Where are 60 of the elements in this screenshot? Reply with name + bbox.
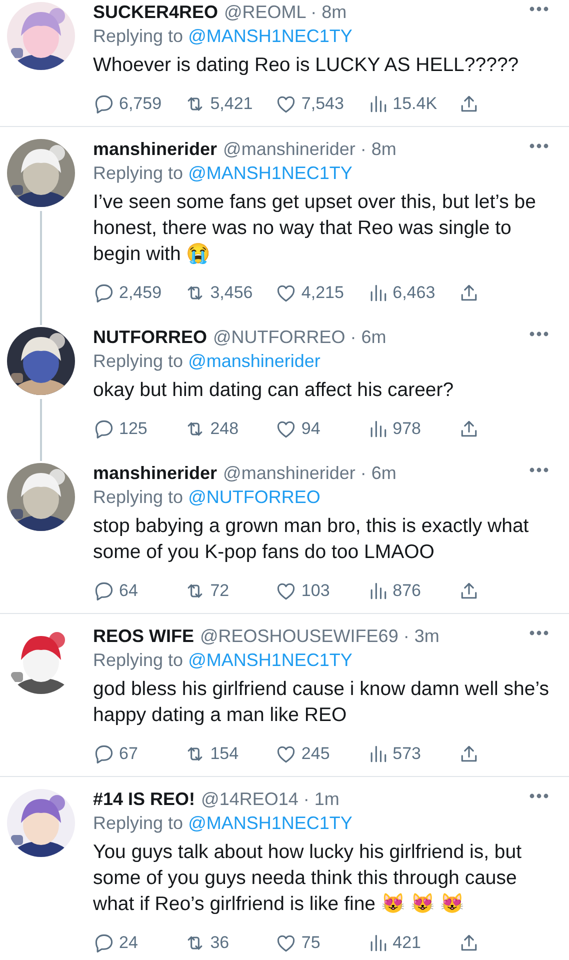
like-count: 103 [301, 581, 330, 601]
tweet-text: I’ve seen some fans get upset over this, but let’s be honest, there was no way that Reo was single to begin with 😭 [93, 190, 537, 267]
user-name[interactable]: manshinerider [93, 462, 218, 484]
like-count: 4,215 [301, 283, 344, 303]
handle-and-time: @14REO14 · 1m [201, 788, 340, 810]
handle-and-time: @manshinerider · 6m [223, 462, 396, 484]
reply-icon[interactable] [93, 93, 115, 115]
tweet-text: stop babying a grown man bro, this is exactly what some of you K-pop fans do too LMAOO [93, 514, 530, 565]
reply-count: 24 [119, 933, 138, 953]
more-icon[interactable] [529, 467, 549, 473]
tweet-text: god bless his girlfriend cause i know damn well she’s happy dating a man like REO [93, 677, 549, 728]
handle-and-time: @REOSHOUSEWIFE69 · 3m [200, 626, 440, 646]
more-icon[interactable] [529, 793, 549, 799]
retweet-count: 36 [210, 933, 230, 953]
retweet-count: 72 [210, 581, 230, 601]
user-name[interactable]: SUCKER4REO [93, 2, 218, 22]
replying-label: Replying to [93, 26, 184, 46]
replying-label: Replying to [93, 650, 184, 670]
view-count: 6,463 [392, 283, 436, 303]
reply-count: 125 [119, 419, 148, 439]
handle-and-time: @REOML · 8m [224, 2, 347, 22]
replying-label: Replying to [93, 351, 184, 371]
reply-icon[interactable] [93, 580, 115, 602]
user-name[interactable]: #14 IS REO! [93, 788, 196, 810]
reply-icon[interactable] [93, 743, 115, 765]
view-count: 876 [392, 581, 421, 601]
reply-count: 2,459 [119, 283, 162, 303]
tweet-text: Whoever is dating Reo is LUCKY AS HELL????? [93, 53, 520, 78]
tweet-text: You guys talk about how lucky his girlfriend is, but some of you guys needa think this through cause what if Reo’s girlfriend is like fine 😻 😻 😻 [93, 840, 523, 917]
like-count: 245 [301, 744, 330, 764]
reply-count: 64 [119, 581, 138, 601]
like-count: 94 [301, 419, 320, 439]
view-count: 15.4K [392, 94, 438, 114]
replying-label: Replying to [93, 487, 184, 507]
handle-and-time: @manshinerider · 8m [223, 138, 396, 160]
more-icon[interactable] [529, 331, 549, 337]
view-count: 978 [392, 419, 421, 439]
user-name[interactable]: NUTFORREO [93, 326, 207, 348]
reply-icon[interactable] [93, 282, 115, 304]
replying-label: Replying to [93, 163, 184, 183]
reply-icon[interactable] [93, 932, 115, 954]
handle-and-time: @NUTFORREO · 6m [213, 326, 386, 348]
reply-count: 67 [119, 744, 138, 764]
more-icon[interactable] [529, 6, 549, 12]
user-name[interactable]: manshinerider [93, 138, 218, 160]
retweet-count: 5,421 [210, 94, 253, 114]
reply-count: 6,759 [119, 94, 162, 114]
more-icon[interactable] [529, 630, 549, 636]
user-name[interactable]: REOS WIFE [93, 626, 194, 646]
more-icon[interactable] [529, 143, 549, 149]
view-count: 421 [392, 933, 421, 953]
reply-icon[interactable] [93, 418, 115, 440]
retweet-count: 3,456 [210, 283, 253, 303]
like-count: 7,543 [301, 94, 344, 114]
view-count: 573 [392, 744, 421, 764]
retweet-count: 154 [210, 744, 239, 764]
replying-label: Replying to [93, 813, 184, 833]
tweet-text: okay but him dating can affect his career? [93, 378, 455, 403]
retweet-count: 248 [210, 419, 239, 439]
like-count: 75 [301, 933, 320, 953]
